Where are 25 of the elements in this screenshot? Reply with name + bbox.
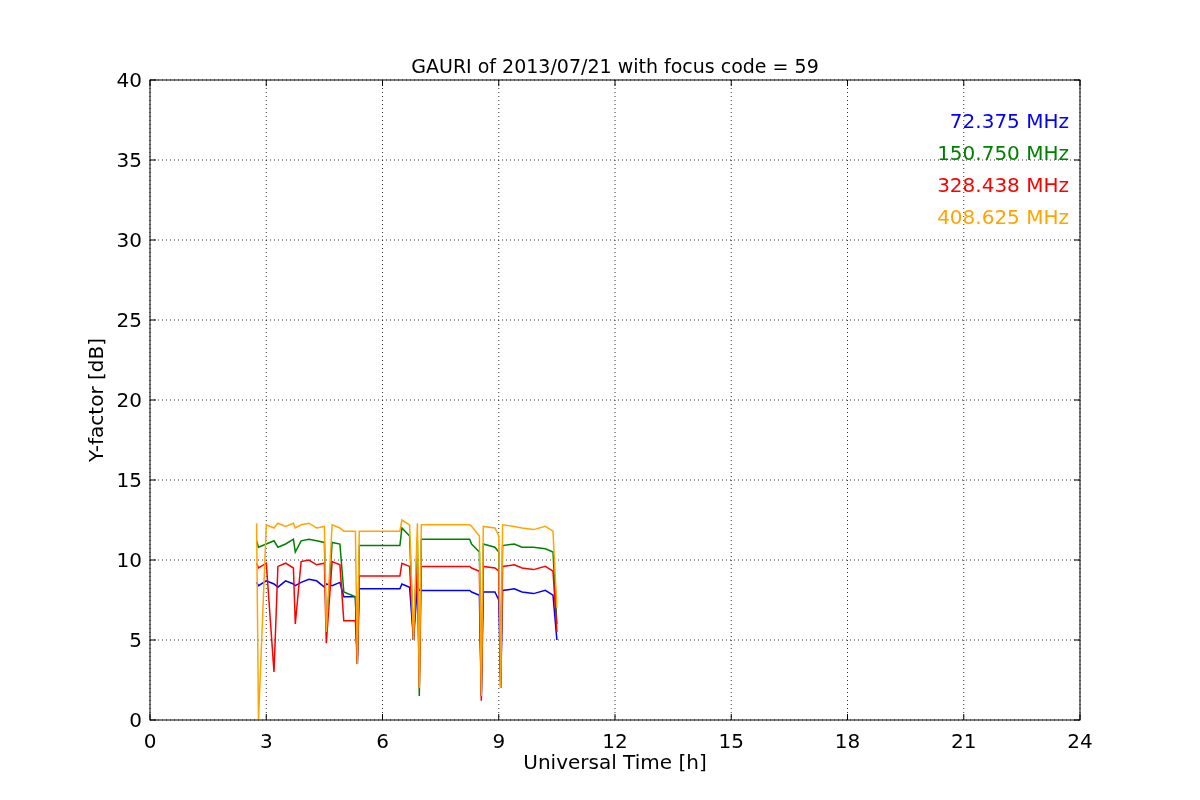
x-tick-label: 6 — [376, 729, 389, 753]
y-tick-label: 20 — [116, 388, 142, 412]
y-tick-label: 0 — [129, 708, 142, 732]
y-tick-label: 35 — [116, 148, 142, 172]
x-tick-label: 15 — [718, 729, 744, 753]
y-tick-label: 40 — [116, 68, 142, 92]
legend-label: 328.438 MHz — [937, 173, 1069, 197]
y-tick-label: 5 — [129, 628, 142, 652]
x-tick-label: 18 — [834, 729, 861, 753]
legend-label: 408.625 MHz — [937, 205, 1069, 229]
x-tick-label: 24 — [1067, 729, 1093, 753]
legend-label: 150.750 MHz — [937, 141, 1069, 165]
x-axis-label: Universal Time [h] — [523, 750, 707, 774]
x-tick-label: 9 — [492, 729, 506, 753]
x-tick-label: 3 — [259, 729, 273, 753]
chart-title: GAURI of 2013/07/21 with focus code = 59 — [411, 55, 819, 77]
y-tick-label: 10 — [116, 548, 142, 572]
y-tick-label: 30 — [116, 228, 142, 252]
x-tick-label: 0 — [143, 729, 157, 753]
x-tick-label: 21 — [951, 729, 977, 753]
y-tick-label: 25 — [116, 308, 142, 332]
y-tick-label: 15 — [116, 468, 142, 492]
y-axis-label: Y-factor [dB] — [84, 338, 108, 462]
legend-label: 72.375 MHz — [949, 109, 1069, 133]
x-tick-label: 12 — [602, 729, 628, 753]
